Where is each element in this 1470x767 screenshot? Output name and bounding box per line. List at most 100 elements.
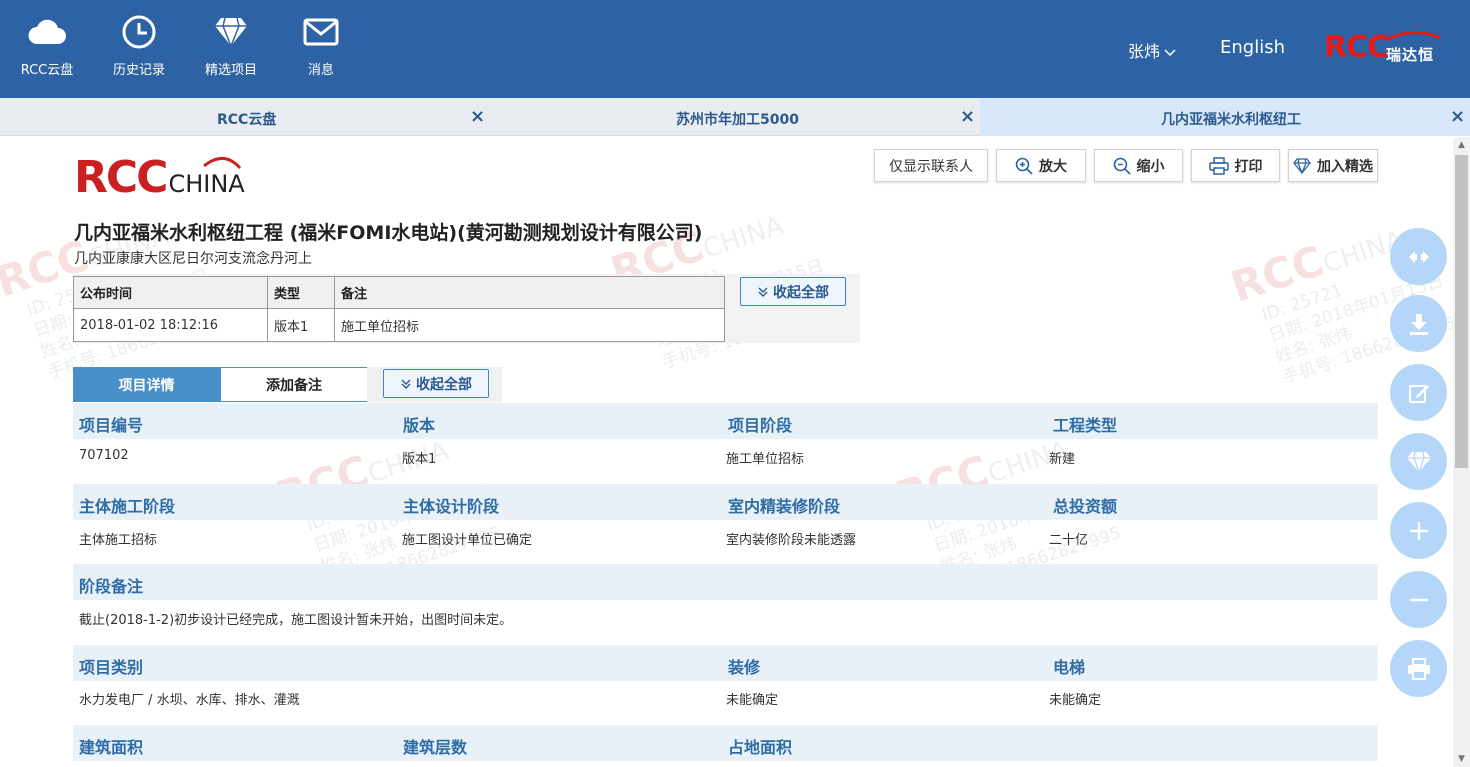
nav-cloud-drive[interactable]: RCC云盘	[12, 14, 82, 78]
zoom-out-fab[interactable]	[1390, 571, 1447, 628]
share-icon	[1408, 250, 1429, 263]
tab-cloud-drive[interactable]: RCC云盘 ×	[0, 98, 490, 136]
scroll-down-arrow-icon[interactable]: ▼	[1453, 751, 1470, 767]
label-main-construction-stage: 主体施工阶段	[79, 497, 176, 516]
label-interior-stage: 室内精装修阶段	[728, 497, 841, 516]
tab-project-details[interactable]: 项目详情	[73, 367, 220, 402]
zoom-out-button[interactable]: 缩小	[1094, 149, 1183, 182]
zoom-in-fab[interactable]	[1390, 502, 1447, 559]
brand-logo: RCC 瑞达恒	[1324, 30, 1444, 70]
label-engineering-type: 工程类型	[1053, 416, 1118, 435]
value-stage-note: 截止(2018-1-2)初步设计已经完成，施工图设计暂未开始，出图时间未定。	[79, 613, 513, 628]
chevron-down-icon	[1164, 48, 1176, 56]
label-version: 版本	[403, 416, 436, 435]
vertical-scrollbar[interactable]: ▲ ▼	[1453, 137, 1470, 767]
nav-label: RCC云盘	[20, 63, 74, 78]
details-header-row: 阶段备注	[73, 564, 1378, 600]
nav-label: 精选项目	[204, 63, 257, 78]
column-header: 备注	[334, 276, 725, 309]
swoosh-icon	[1385, 31, 1441, 42]
chevron-double-down-icon	[401, 379, 411, 389]
printer-icon	[1208, 156, 1229, 175]
tab-label: RCC云盘	[217, 112, 277, 128]
button-label: 收起全部	[773, 284, 829, 301]
value-total-investment: 二十亿	[1049, 533, 1089, 548]
diamond-icon	[1406, 451, 1431, 473]
share-button[interactable]	[1390, 228, 1447, 285]
collapse-all-button[interactable]: 收起全部	[740, 277, 846, 306]
value-project-category: 水力发电厂 / 水坝、水库、排水、灌溉	[79, 693, 300, 708]
button-label: 收起全部	[416, 376, 472, 393]
user-menu[interactable]: 张炜	[1128, 38, 1176, 62]
collapse-all-details-button[interactable]: 收起全部	[383, 369, 489, 398]
label-decoration: 装修	[728, 658, 761, 677]
value-version: 版本1	[402, 452, 437, 467]
publish-type: 版本1	[267, 308, 335, 342]
scroll-thumb[interactable]	[1455, 155, 1468, 468]
publish-info-panel: 公布时间 类型 备注 2018-01-02 18:12:16 版本1 施工单位招…	[73, 274, 860, 343]
column-header: 公布时间	[73, 276, 268, 309]
print-fab[interactable]	[1390, 640, 1447, 697]
label-building-floors: 建筑层数	[403, 738, 468, 757]
add-featured-button[interactable]: 加入精选	[1288, 149, 1378, 182]
tab-label: 苏州市年加工5000	[676, 112, 799, 128]
project-location: 几内亚康康大区尼日尔河支流念丹河上	[74, 251, 312, 267]
value-decoration: 未能确定	[726, 693, 779, 708]
tab-label: 几内亚福米水利枢纽工	[1161, 112, 1301, 128]
details-header-row: 主体施工阶段 主体设计阶段 室内精装修阶段 总投资额	[73, 484, 1378, 520]
clock-icon	[104, 14, 174, 50]
edit-icon	[1408, 384, 1429, 403]
publish-table: 公布时间 类型 备注 2018-01-02 18:12:16 版本1 施工单位招…	[73, 276, 725, 342]
tab-suzhou[interactable]: 苏州市年加工5000 ×	[490, 98, 980, 136]
publish-note: 施工单位招标	[334, 308, 725, 342]
tab-add-note[interactable]: 添加备注	[220, 367, 368, 402]
minus-icon	[1409, 598, 1428, 601]
edit-button[interactable]	[1390, 364, 1447, 421]
language-switch[interactable]: English	[1220, 37, 1285, 58]
download-button[interactable]	[1390, 295, 1447, 352]
table-header-row: 公布时间 类型 备注	[73, 276, 725, 309]
button-label: 放大	[1039, 158, 1067, 175]
project-title: 几内亚福米水利枢纽工程 (福米FOMI水电站)(黄河勘测规划设计有限公司)	[74, 222, 703, 244]
zoom-out-icon	[1113, 157, 1131, 175]
cloud-icon	[12, 14, 82, 50]
print-button[interactable]: 打印	[1191, 149, 1280, 182]
column-header: 类型	[267, 276, 335, 309]
top-bar: RCC云盘 历史记录 精选项目 消息 张炜 English RCC 瑞达恒	[0, 0, 1470, 98]
print-icon	[1407, 657, 1430, 680]
nav-featured[interactable]: 精选项目	[196, 14, 266, 78]
scroll-up-arrow-icon[interactable]: ▲	[1453, 137, 1470, 153]
label-stage-note: 阶段备注	[79, 577, 144, 596]
label-elevator: 电梯	[1053, 658, 1086, 677]
value-main-design-stage: 施工图设计单位已确定	[402, 533, 533, 548]
nav-history[interactable]: 历史记录	[104, 14, 174, 78]
value-project-stage: 施工单位招标	[726, 452, 805, 467]
mail-icon	[286, 14, 356, 50]
nav-messages[interactable]: 消息	[286, 14, 356, 78]
diamond-icon	[196, 14, 266, 50]
nav-label: 历史记录	[112, 63, 165, 78]
close-icon[interactable]: ×	[470, 106, 485, 127]
featured-button[interactable]	[1390, 433, 1447, 490]
tab-guinea-project[interactable]: 几内亚福米水利枢纽工 ×	[980, 98, 1470, 136]
button-label: 打印	[1234, 158, 1263, 175]
label-project-number: 项目编号	[79, 416, 144, 435]
button-label: 缩小	[1136, 158, 1165, 175]
button-label: 仅显示联系人	[889, 158, 973, 175]
label-project-category: 项目类别	[79, 658, 144, 677]
label-land-area: 占地面积	[728, 738, 793, 757]
details-header-row: 建筑面积 建筑层数 占地面积	[73, 725, 1378, 761]
value-project-number: 707102	[79, 448, 129, 463]
zoom-in-icon	[1015, 157, 1033, 175]
value-engineering-type: 新建	[1049, 452, 1076, 467]
plus-icon	[1409, 521, 1428, 540]
contacts-only-button[interactable]: 仅显示联系人	[874, 149, 988, 182]
value-main-construction-stage: 主体施工招标	[79, 533, 158, 548]
close-icon[interactable]: ×	[1450, 106, 1465, 127]
download-icon	[1409, 313, 1428, 335]
zoom-in-button[interactable]: 放大	[996, 149, 1086, 182]
brand-rcc: RCC	[1324, 30, 1389, 65]
rcc-china-logo: RCCCHINA	[74, 152, 245, 204]
close-icon[interactable]: ×	[960, 106, 975, 127]
details-header-row: 项目编号 版本 项目阶段 工程类型	[73, 403, 1378, 439]
